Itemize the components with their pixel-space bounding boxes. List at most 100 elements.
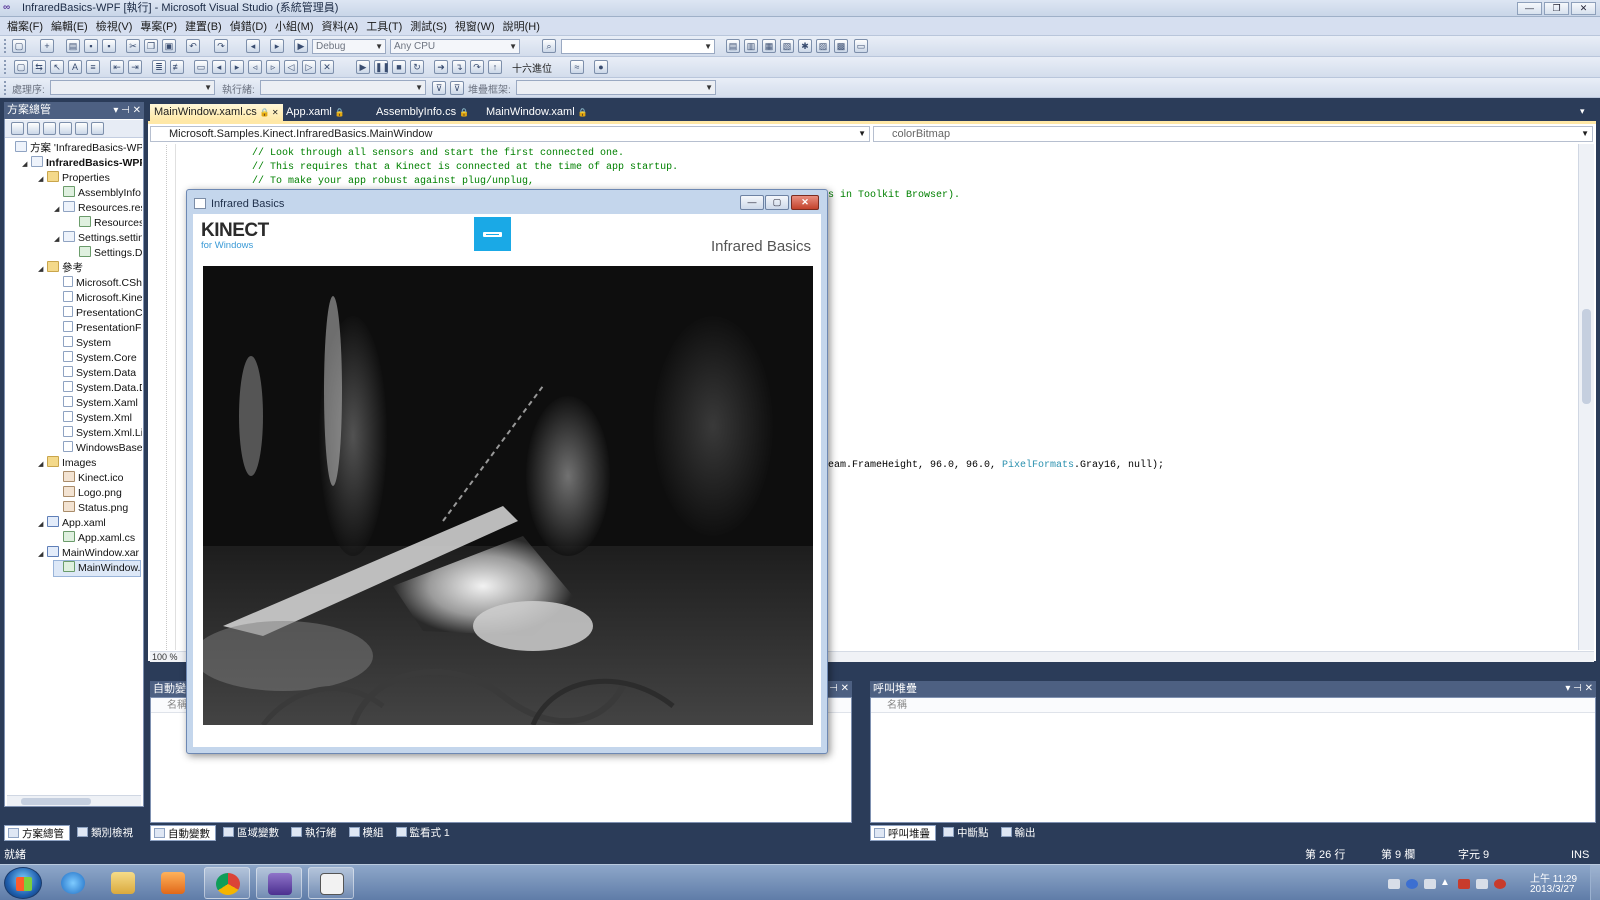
code-line[interactable]: s in Toolkit Browser). — [828, 189, 960, 202]
tree-item[interactable]: ◢ Properties — [38, 171, 110, 186]
start-page-icon[interactable]: ▨ — [816, 39, 830, 53]
tree-item[interactable]: System — [54, 336, 111, 351]
clock-date[interactable]: 2013/3/27 — [1530, 884, 1575, 895]
infrared-basics-window[interactable]: Infrared Basics — ▢ ✕ KINECT for Windows… — [186, 189, 828, 754]
expand-arrow-icon[interactable]: ◢ — [38, 172, 47, 187]
taskbar-visual-studio[interactable] — [256, 867, 302, 899]
menu-item[interactable]: 測試(S) — [408, 18, 453, 34]
lock-close-icon[interactable]: 🔒 ✕ — [260, 108, 279, 117]
navigate-backward-icon[interactable]: ◂ — [246, 39, 260, 53]
select-icon[interactable]: ▢ — [14, 60, 28, 74]
expand-arrow-icon[interactable]: ◢ — [38, 547, 47, 562]
tab-threads[interactable]: 執行緒 — [288, 825, 342, 841]
expand-arrow-icon[interactable]: ◢ — [54, 202, 63, 217]
menu-item[interactable]: 專案(P) — [138, 18, 183, 34]
next-bookmark-icon[interactable]: ▸ — [230, 60, 244, 74]
stackframe-select[interactable]: ▼ — [516, 80, 716, 95]
tab-order-icon[interactable]: ⇆ — [32, 60, 46, 74]
font-icon[interactable]: A — [68, 60, 82, 74]
undo-icon[interactable]: ↶ — [186, 39, 200, 53]
tab-dropdown-icon[interactable]: ▾ — [1580, 106, 1585, 117]
step-over-icon[interactable]: ↷ — [470, 60, 484, 74]
tree-item[interactable]: System.Data — [54, 366, 136, 381]
find-in-files-icon[interactable]: ⌕ — [542, 39, 556, 53]
start-button[interactable] — [4, 867, 42, 899]
comment-icon[interactable]: ≣ — [152, 60, 166, 74]
redo-icon[interactable]: ↷ — [214, 39, 228, 53]
step-out-icon[interactable]: ↑ — [488, 60, 502, 74]
menu-item[interactable]: 說明(H) — [501, 18, 546, 34]
tab-output[interactable]: 輸出 — [998, 825, 1041, 841]
restart-icon[interactable]: ↻ — [410, 60, 424, 74]
code-line[interactable]: eam.FrameHeight, 96.0, 96.0, PixelFormat… — [828, 459, 1164, 472]
tab-modules[interactable]: 模組 — [346, 825, 389, 841]
start-debug-icon[interactable]: ▶ — [294, 39, 308, 53]
tree-item[interactable]: ◢ Images — [38, 456, 96, 471]
bookmark-icon[interactable]: ▭ — [194, 60, 208, 74]
tree-item[interactable]: Microsoft.Kine — [54, 291, 142, 306]
menu-item[interactable]: 工具(T) — [364, 18, 408, 34]
tab-watch[interactable]: 監看式 1 — [393, 825, 455, 841]
tree-item[interactable]: System.Xml — [54, 411, 132, 426]
view-designer-icon[interactable] — [75, 122, 88, 135]
tree-item[interactable]: PresentationF — [54, 321, 141, 336]
class-diagram-icon[interactable] — [91, 122, 104, 135]
taskbar-explorer[interactable] — [100, 867, 146, 899]
clear-bookmarks-icon[interactable]: ✕ — [320, 60, 334, 74]
solution-horizontal-scrollbar[interactable] — [7, 795, 141, 806]
tab-class-view[interactable]: 類別檢視 — [74, 825, 138, 841]
tree-item[interactable]: Logo.png — [54, 486, 122, 501]
expand-arrow-icon[interactable]: ◢ — [54, 232, 63, 247]
refresh-icon[interactable] — [43, 122, 56, 135]
find-combo[interactable]: ▼ — [561, 39, 715, 54]
app-maximize-button[interactable]: ▢ — [765, 195, 789, 210]
code-line[interactable]: // To make your app robust against plug/… — [252, 175, 534, 188]
tree-item[interactable]: System.Xaml — [54, 396, 138, 411]
app-minimize-button[interactable]: — — [740, 195, 764, 210]
tree-item[interactable]: Settings.De — [70, 246, 142, 261]
continue-icon[interactable]: ▶ — [356, 60, 370, 74]
pointer-icon[interactable]: ↖ — [50, 60, 64, 74]
scroll-thumb[interactable] — [1582, 309, 1591, 404]
menu-item[interactable]: 檔案(F) — [5, 18, 49, 34]
tree-item[interactable]: MainWindow. — [52, 560, 142, 577]
tree-item[interactable]: ◢ Resources.res — [54, 201, 142, 216]
expand-arrow-icon[interactable]: ◢ — [38, 457, 47, 472]
prev-folder-icon[interactable]: ◃ — [248, 60, 262, 74]
toolbox-icon[interactable]: ▧ — [780, 39, 794, 53]
process-select[interactable]: ▼ — [50, 80, 215, 95]
tree-item[interactable]: 方案 'InfraredBasics-WPF — [6, 141, 142, 156]
network-icon[interactable] — [1476, 879, 1488, 889]
team-explorer-icon[interactable]: ▩ — [834, 39, 848, 53]
tree-item[interactable]: ◢ MainWindow.xar — [38, 546, 139, 561]
layout-icon[interactable]: ▭ — [854, 39, 868, 53]
clock-time[interactable]: 上午 11:29 — [1530, 870, 1577, 885]
outdent-icon[interactable]: ⇤ — [110, 60, 124, 74]
tab-locals[interactable]: 區域變數 — [220, 825, 284, 841]
view-code-icon[interactable] — [59, 122, 72, 135]
tab-breakpoints[interactable]: 中斷點 — [940, 825, 994, 841]
tab-autos[interactable]: 自動變數 — [150, 825, 216, 841]
tree-item[interactable]: ◢ Settings.settin — [54, 231, 142, 246]
solution-explorer-icon[interactable]: ▤ — [726, 39, 740, 53]
toolbar-grip[interactable] — [4, 60, 7, 74]
filter-icon[interactable]: ⊽ — [432, 81, 446, 95]
tree-item[interactable]: App.xaml.cs — [54, 531, 135, 546]
tray-settings-icon[interactable] — [1424, 879, 1436, 889]
pane-controls[interactable]: ▾ ⊣ ✕ — [113, 102, 141, 119]
tree-item[interactable]: System.Xml.Li — [54, 426, 142, 441]
show-desktop-button[interactable] — [1590, 865, 1600, 900]
break-all-icon[interactable]: ❚❚ — [374, 60, 390, 74]
tree-item[interactable]: Microsoft.CSh — [54, 276, 142, 291]
taskbar-infrared-app[interactable] — [308, 867, 354, 899]
navigate-forward-icon[interactable]: ▸ — [270, 39, 284, 53]
platform-select[interactable]: Any CPU ▼ — [390, 39, 520, 54]
save-all-icon[interactable]: ▪ — [102, 39, 116, 53]
toolbar-grip[interactable] — [4, 39, 7, 53]
save-icon[interactable]: ▪ — [84, 39, 98, 53]
next-folder-icon[interactable]: ▹ — [266, 60, 280, 74]
breakpoint-window-icon[interactable]: ● — [594, 60, 608, 74]
tree-item[interactable]: Resources. — [70, 216, 142, 231]
step-into-icon[interactable]: ↴ — [452, 60, 466, 74]
stop-debug-icon[interactable]: ■ — [392, 60, 406, 74]
